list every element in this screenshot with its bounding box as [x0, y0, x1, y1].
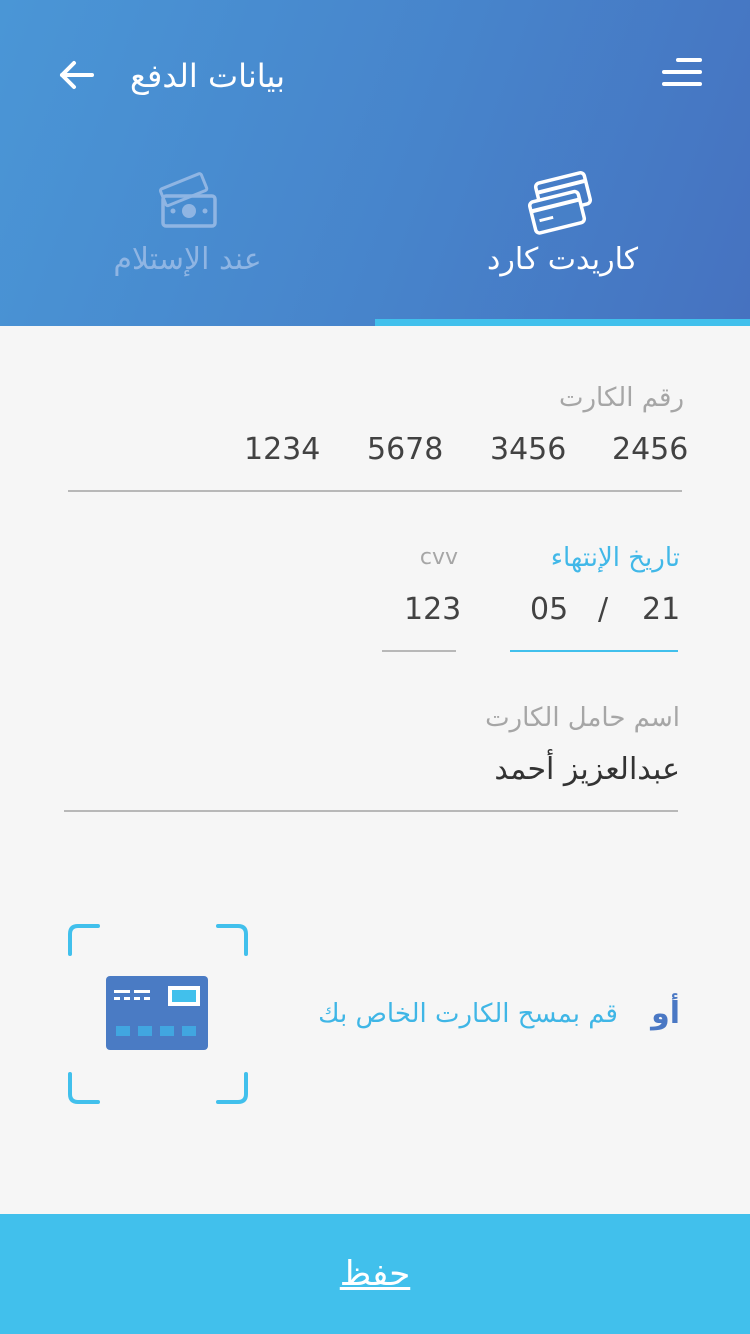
back-button[interactable] — [50, 48, 104, 102]
card-number-underline — [68, 490, 682, 492]
expiry-separator: / — [598, 592, 609, 627]
menu-icon — [662, 58, 702, 86]
page-title: بيانات الدفع — [130, 57, 286, 95]
cvv-underline — [382, 650, 456, 652]
card-holder-input[interactable]: عبدالعزيز أحمد — [380, 750, 680, 790]
tab-credit-card[interactable]: كاريدت كارد — [375, 160, 750, 326]
card-holder-underline — [64, 810, 678, 812]
tab-cash-label: عند الإستلام — [113, 242, 262, 277]
expiry-underline — [510, 650, 678, 652]
cash-money-icon — [158, 172, 217, 228]
app-header: بيانات الدفع كاريدت كارد عند الإستلام — [0, 0, 750, 326]
card-holder-label: اسم حامل الكارت — [485, 703, 680, 733]
card-number-group-1[interactable]: 2456 — [612, 430, 688, 470]
card-number-group-4[interactable]: 1234 — [244, 430, 320, 470]
tab-credit-card-label: كاريدت كارد — [486, 242, 639, 277]
active-tab-indicator — [375, 319, 750, 326]
scan-card-button[interactable] — [68, 924, 248, 1104]
scan-card-icon — [106, 976, 208, 1050]
scan-card-link[interactable]: قم بمسح الكارت الخاص بك — [270, 994, 618, 1034]
menu-button[interactable] — [652, 46, 712, 102]
expiry-month[interactable]: 05 — [530, 590, 570, 630]
credit-cards-icon — [528, 171, 593, 235]
or-label: أو — [651, 996, 680, 1031]
card-number-group-3[interactable]: 5678 — [367, 430, 443, 470]
arrow-left-icon — [60, 61, 94, 89]
card-number-label: رقم الكارت — [558, 383, 684, 413]
save-button[interactable]: حفظ — [0, 1214, 750, 1334]
expiry-year[interactable]: 21 — [642, 590, 682, 630]
cvv-input[interactable]: 123 — [404, 590, 461, 630]
card-number-group-2[interactable]: 3456 — [490, 430, 566, 470]
expiry-label: تاريخ الإنتهاء — [550, 543, 680, 573]
tab-cash-on-delivery[interactable]: عند الإستلام — [0, 160, 375, 326]
cvv-label: cvv — [419, 545, 458, 570]
